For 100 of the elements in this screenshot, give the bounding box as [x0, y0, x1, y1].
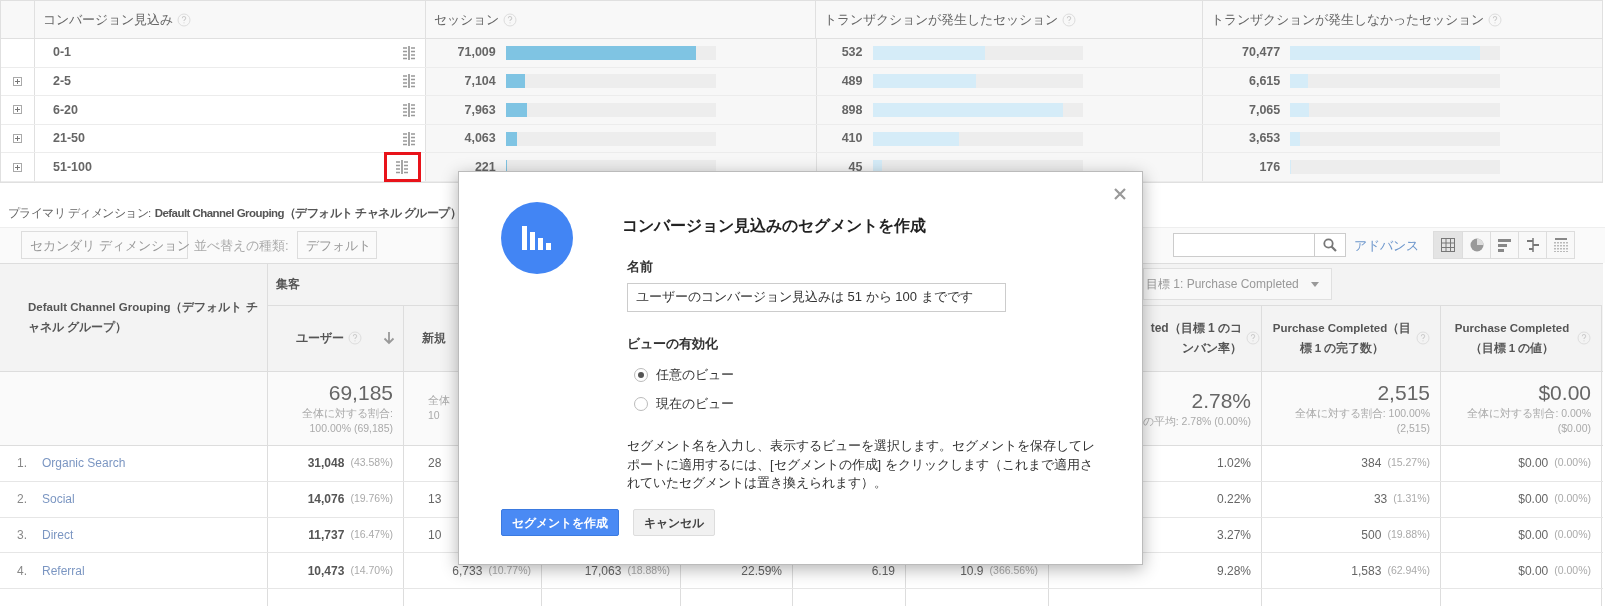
cell-share: (14.70%) [350, 562, 393, 578]
row-label: 21-50 [53, 130, 85, 148]
row-label: 2-5 [53, 73, 72, 90]
cell-share: (43.58%) [350, 455, 393, 471]
bar-chart-icon [1497, 238, 1512, 253]
expand-icon[interactable] [13, 134, 22, 144]
total-note: (2,515) [1396, 421, 1430, 437]
cell-value: 410 [840, 130, 863, 148]
cell-value: 11,737 [308, 526, 345, 544]
channel-link[interactable]: Referral [42, 561, 85, 580]
cell-value: 9.28% [1216, 562, 1251, 580]
cell-value: 6,733 [452, 562, 483, 580]
total-value: 2.78% [1191, 387, 1251, 414]
cell-value: 7,963 [463, 101, 496, 119]
view-button[interactable] [1434, 232, 1462, 259]
cell-value: 70,477 [1241, 44, 1281, 62]
cell-value: 22.59% [741, 562, 782, 580]
segment-icon[interactable] [400, 102, 417, 118]
cell-value: $0.00 [1518, 491, 1549, 509]
cell-value: 31,048 [307, 455, 345, 473]
cell-value: 28 [428, 455, 442, 473]
cell-share: (16.47%) [350, 527, 393, 543]
column-header[interactable]: 新規 [422, 328, 446, 349]
cell-share: (0.00%) [1554, 491, 1591, 507]
comparison-icon [1525, 238, 1540, 253]
caret-icon [1310, 281, 1319, 287]
total-note: 全体に対する割合: 0.00% [1467, 406, 1591, 422]
cell-value: 10 [428, 526, 442, 544]
column-header[interactable]: ted（目標 1 のコンバン率） [1142, 318, 1242, 359]
cell-value: 3.27% [1216, 526, 1251, 544]
segment-icon[interactable] [394, 159, 411, 176]
cell-share: (10.77%) [488, 562, 531, 578]
pie-chart-icon [1469, 238, 1484, 253]
cell-value: 221 [473, 158, 496, 176]
cell-share: (62.94%) [1387, 562, 1430, 578]
row-label: 0-1 [53, 44, 72, 62]
cell-value: $0.00 [1518, 526, 1549, 544]
expand-icon[interactable] [13, 162, 22, 172]
cell-value: 176 [1258, 158, 1281, 176]
total-note: ($0.00) [1557, 421, 1591, 437]
pivot-icon [1553, 238, 1568, 253]
column-header[interactable]: トランザクションが発生しなかったセッション [1211, 9, 1485, 30]
column-header[interactable]: トランザクションが発生したセッション [824, 9, 1059, 30]
segment-icon[interactable] [400, 44, 417, 61]
grid-icon [1441, 238, 1455, 253]
total-value: $0.00 [1538, 380, 1591, 407]
sort-arrow-icon[interactable] [383, 331, 395, 346]
row-label: 51-100 [53, 158, 92, 176]
advanced-link[interactable]: アドバンス [1354, 235, 1419, 256]
cell-value: 532 [840, 44, 863, 62]
total-value: 69,185 [328, 380, 393, 407]
dimension-value: Default Channel Grouping（デフォルト チャネル グループ） [154, 205, 461, 222]
search-field[interactable] [1173, 233, 1315, 258]
channel-link[interactable]: Direct [42, 525, 74, 544]
row-number: 3. [17, 526, 28, 544]
radio-option[interactable]: 現在のビュー [634, 393, 1117, 414]
channel-link[interactable]: Organic Search [42, 454, 126, 473]
expand-icon[interactable] [13, 76, 22, 86]
cell-value: 10,473 [307, 562, 345, 580]
cancel-button[interactable]: キャンセル [633, 509, 715, 536]
cell-share: (19.88%) [1387, 527, 1430, 543]
cell-value: 6,615 [1247, 73, 1281, 90]
radio-option[interactable]: 任意のビュー [634, 365, 1117, 385]
cell-value: 898 [840, 101, 863, 119]
segment-icon[interactable] [400, 130, 417, 147]
cell-value: 4,063 [463, 130, 496, 148]
close-icon[interactable] [1114, 188, 1126, 200]
column-header[interactable]: Default Channel Grouping（デフォルト チャネル グループ） [28, 297, 260, 338]
cell-value: 17,063 [584, 562, 622, 580]
radio-button[interactable] [634, 396, 648, 411]
cell-value: 489 [840, 73, 863, 90]
cell-share: (15.27%) [1387, 455, 1430, 471]
search-button[interactable] [1315, 233, 1346, 258]
cell-value: 7,104 [463, 73, 496, 90]
column-header[interactable]: コンバージョン見込み [43, 9, 173, 30]
cell-value: 0.22% [1216, 491, 1251, 509]
cell-value: 71,009 [456, 44, 496, 62]
channel-link[interactable]: Social [42, 490, 75, 509]
cell-value: 3,653 [1247, 130, 1281, 148]
column-header[interactable]: ユーザー [296, 328, 344, 349]
chart-icon [501, 202, 573, 274]
total-note: 10 [428, 408, 440, 424]
create-button[interactable]: セグメントを作成 [501, 509, 619, 536]
radio-button[interactable] [634, 368, 648, 382]
cell-value: 7,065 [1247, 101, 1281, 119]
cell-share: (0.00%) [1554, 527, 1591, 543]
row-number: 4. [17, 562, 28, 580]
expand-icon[interactable] [13, 105, 22, 115]
cell-value: 6.19 [871, 562, 895, 580]
total-value: 2,515 [1377, 380, 1430, 407]
cell-share: (0.00%) [1554, 562, 1591, 578]
search-icon [1323, 238, 1337, 253]
column-header[interactable]: Purchase Completed（目標 1 の完了数） [1272, 318, 1412, 359]
cell-value: 14,076 [307, 491, 345, 509]
column-header[interactable]: セッション [433, 9, 499, 30]
cell-share: (19.76%) [350, 491, 393, 507]
column-header[interactable]: Purchase Completed（目標 1 の値） [1451, 318, 1573, 359]
segment-icon[interactable] [400, 73, 417, 90]
total-note: 全体に対する割合: 100.00% [1294, 406, 1430, 422]
name-field[interactable]: ユーザーのコンバージョン見込みは 51 から 100 までです [627, 282, 1006, 312]
